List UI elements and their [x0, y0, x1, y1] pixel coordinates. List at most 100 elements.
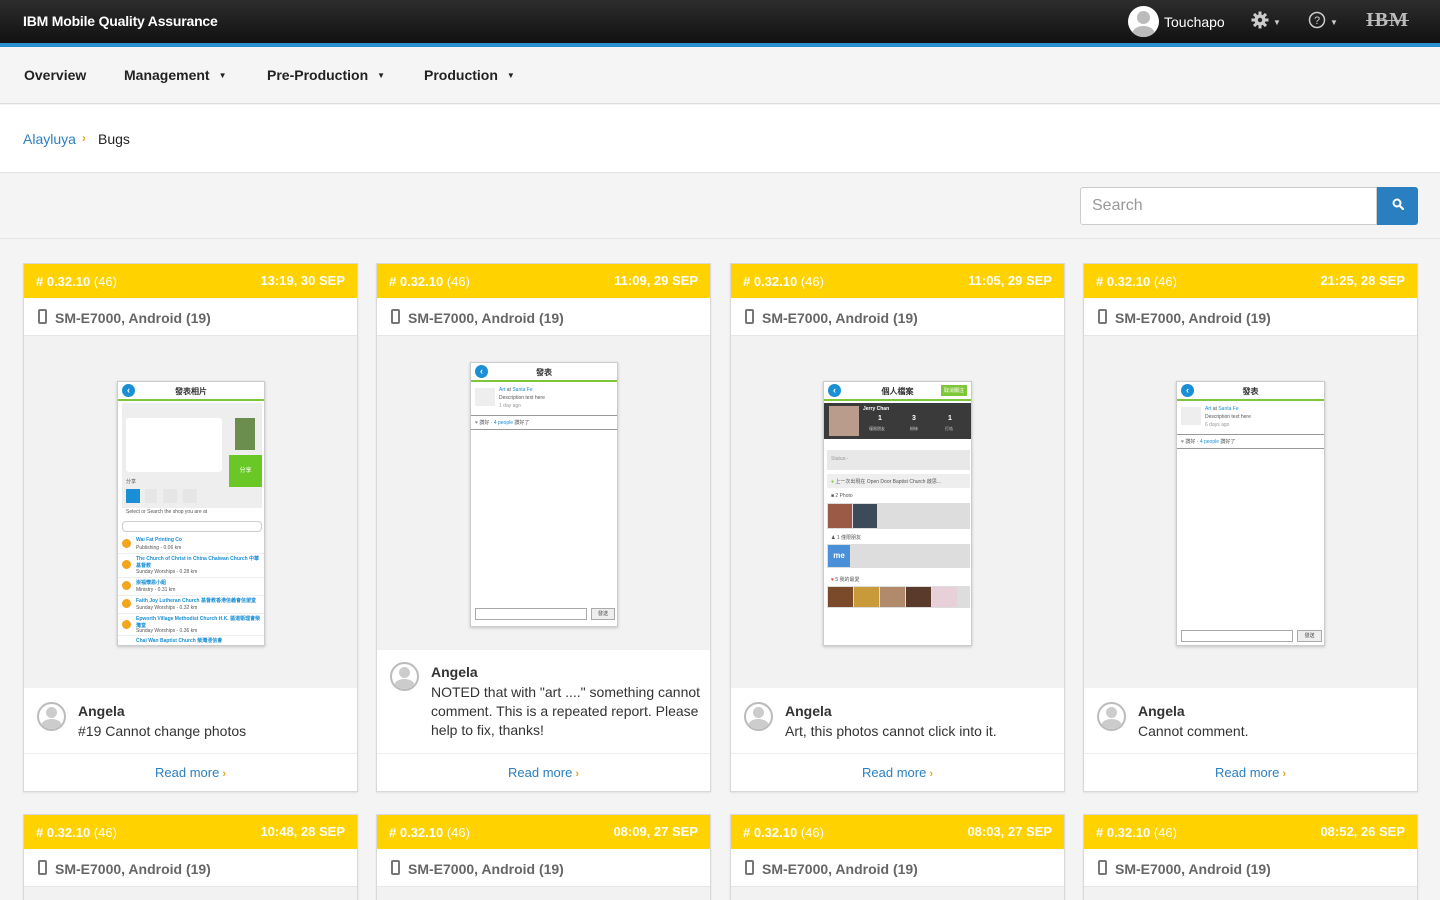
- breadcrumb-parent-link[interactable]: Alayluya: [23, 131, 76, 147]
- read-more: Read more ›: [377, 754, 710, 790]
- help-menu[interactable]: ? ▼: [1308, 11, 1338, 34]
- card-header: # 0.32.10 (46) 08:09, 27 SEP: [377, 815, 710, 849]
- ibm-logo: IBM: [1366, 9, 1409, 31]
- read-more-link[interactable]: Read more ›: [1084, 765, 1417, 780]
- build-version: # 0.32.10 (46): [1096, 274, 1177, 289]
- bug-card[interactable]: # 0.32.10 (46) 08:52, 26 SEP SM-E7000, A…: [1083, 814, 1418, 900]
- bug-screenshot[interactable]: ‹ 發表 Art at Santa Fe Description text her…: [1084, 336, 1417, 688]
- chevron-right-icon: ›: [575, 768, 579, 780]
- bug-screenshot[interactable]: ‹ 個人檔案 取消關注 Jerry Chan 1 僅限朋友 3 粉絲 1 打咭 St…: [731, 336, 1064, 688]
- card-header: # 0.32.10 (46) 11:09, 29 SEP: [377, 264, 710, 298]
- user-menu[interactable]: Touchapo: [1128, 6, 1225, 37]
- comment-author: Angela: [431, 664, 478, 680]
- place-list: Wai Fat Printing Co Publishing - 0.06 km …: [118, 536, 264, 645]
- help-circle-icon[interactable]: ?: [1308, 11, 1326, 34]
- phone-icon: [391, 860, 400, 875]
- read-more-link[interactable]: Read more ›: [731, 765, 1064, 780]
- app-title[interactable]: IBM Mobile Quality Assurance: [23, 13, 218, 29]
- read-more-link[interactable]: Read more ›: [24, 765, 357, 780]
- me-thumbnail: me: [828, 545, 850, 567]
- device-info: SM-E7000, Android (19): [731, 298, 1064, 336]
- card-header: # 0.32.10 (46) 10:48, 28 SEP: [24, 815, 357, 849]
- search-icon: [1392, 197, 1404, 215]
- phone-icon: [391, 309, 400, 324]
- device-info: SM-E7000, Android (19): [24, 849, 357, 887]
- bug-comment: Angela NOTED that with "art ...." someth…: [377, 650, 710, 754]
- search-input[interactable]: [1080, 187, 1377, 225]
- bug-comment: Angela Cannot comment.: [1084, 688, 1417, 754]
- device-info: SM-E7000, Android (19): [377, 298, 710, 336]
- send-button-mock: 發送: [591, 608, 615, 620]
- nav-item-pre-production[interactable]: Pre-Production ▼: [267, 67, 385, 83]
- nav-item-management[interactable]: Management ▼: [124, 67, 227, 83]
- bug-card[interactable]: # 0.32.10 (46) 13:19, 30 SEP SM-E7000, A…: [23, 263, 358, 792]
- gear-icon[interactable]: [1251, 11, 1269, 34]
- device-name: SM-E7000, Android (19): [55, 310, 211, 326]
- report-time: 21:25, 28 SEP: [1320, 273, 1405, 288]
- read-more: Read more ›: [731, 754, 1064, 790]
- share-label: 分享: [126, 479, 137, 485]
- screen-title: 發表: [536, 368, 552, 377]
- bug-screenshot[interactable]: [1084, 887, 1417, 900]
- chevron-down-icon: ▼: [1330, 18, 1338, 27]
- chevron-right-icon: ›: [222, 768, 226, 780]
- comment-author: Angela: [785, 703, 832, 719]
- app-screen-mock: ‹ 個人檔案 取消關注 Jerry Chan 1 僅限朋友 3 粉絲 1 打咭 St…: [823, 381, 972, 646]
- chevron-down-icon: ▼: [218, 70, 227, 80]
- app-screen-mock: ‹ 發表相片 分享 分享 Select or Search the shop yo…: [117, 381, 265, 646]
- nav-item-overview[interactable]: Overview: [24, 67, 86, 83]
- bug-screenshot[interactable]: ‹ 發表 Art at Santa Fe Description text her…: [377, 336, 710, 650]
- report-time: 08:03, 27 SEP: [967, 824, 1052, 839]
- report-time: 11:09, 29 SEP: [614, 273, 698, 288]
- card-header: # 0.32.10 (46) 21:25, 28 SEP: [1084, 264, 1417, 298]
- bug-screenshot[interactable]: ‹ 發表相片 分享 分享 Select or Search the shop yo…: [24, 336, 357, 688]
- search-button[interactable]: [1377, 187, 1418, 225]
- list-item: Epworth Village Methodist Church H.K. 循道…: [118, 614, 264, 636]
- list-item: 崇福懷恩小組 Ministry - 0.31 km: [118, 578, 264, 596]
- report-time: 08:52, 26 SEP: [1320, 824, 1405, 839]
- bug-card[interactable]: # 0.32.10 (46) 10:48, 28 SEP SM-E7000, A…: [23, 814, 358, 900]
- main-nav: Overview Management ▼ Pre-Production ▼ P…: [0, 47, 1440, 104]
- list-item: Wai Fat Printing Co Publishing - 0.06 km: [118, 536, 264, 554]
- nav-item-label: Management: [124, 67, 210, 83]
- device-info: SM-E7000, Android (19): [24, 298, 357, 336]
- bug-card[interactable]: # 0.32.10 (46) 08:09, 27 SEP SM-E7000, A…: [376, 814, 711, 900]
- device-info: SM-E7000, Android (19): [377, 849, 710, 887]
- send-button-mock: 發送: [1297, 630, 1322, 642]
- bug-screenshot[interactable]: [24, 887, 357, 900]
- bug-screenshot[interactable]: [377, 887, 710, 900]
- phone-icon: [1098, 860, 1107, 875]
- comment-text: NOTED that with "art ...." something can…: [431, 684, 701, 738]
- chevron-right-icon: ›: [1282, 768, 1286, 780]
- bug-card-grid: # 0.32.10 (46) 13:19, 30 SEP SM-E7000, A…: [0, 240, 1440, 900]
- screen-title: 發表: [1242, 387, 1259, 396]
- device-name: SM-E7000, Android (19): [762, 861, 918, 877]
- bug-card[interactable]: # 0.32.10 (46) 08:03, 27 SEP SM-E7000, A…: [730, 814, 1065, 900]
- comment-author: Angela: [78, 703, 125, 719]
- user-avatar[interactable]: [1128, 6, 1159, 37]
- comment-author: Angela: [1138, 703, 1185, 719]
- chevron-right-icon: ›: [82, 131, 86, 145]
- bug-card[interactable]: # 0.32.10 (46) 21:25, 28 SEP SM-E7000, A…: [1083, 263, 1418, 792]
- nav-item-label: Overview: [24, 67, 87, 83]
- commenter-avatar: [37, 702, 66, 731]
- screen-title: 發表相片: [175, 387, 207, 396]
- comment-text: Art, this photos cannot click into it.: [785, 723, 997, 739]
- username[interactable]: Touchapo: [1164, 14, 1225, 30]
- card-header: # 0.32.10 (46) 08:03, 27 SEP: [731, 815, 1064, 849]
- build-version: # 0.32.10 (46): [36, 825, 117, 840]
- device-name: SM-E7000, Android (19): [1115, 861, 1271, 877]
- bug-screenshot[interactable]: [731, 887, 1064, 900]
- read-more-link[interactable]: Read more ›: [377, 765, 710, 780]
- report-time: 10:48, 28 SEP: [260, 824, 345, 839]
- phone-icon: [38, 309, 47, 324]
- device-name: SM-E7000, Android (19): [1115, 310, 1271, 326]
- read-more: Read more ›: [1084, 754, 1417, 790]
- card-header: # 0.32.10 (46) 11:05, 29 SEP: [731, 264, 1064, 298]
- report-time: 08:09, 27 SEP: [613, 824, 698, 839]
- bug-card[interactable]: # 0.32.10 (46) 11:05, 29 SEP SM-E7000, A…: [730, 263, 1065, 792]
- settings-menu[interactable]: ▼: [1251, 11, 1281, 34]
- nav-item-production[interactable]: Production ▼: [424, 67, 515, 83]
- bug-card[interactable]: # 0.32.10 (46) 11:09, 29 SEP SM-E7000, A…: [376, 263, 711, 792]
- bug-comment: Angela #19 Cannot change photos: [24, 688, 357, 754]
